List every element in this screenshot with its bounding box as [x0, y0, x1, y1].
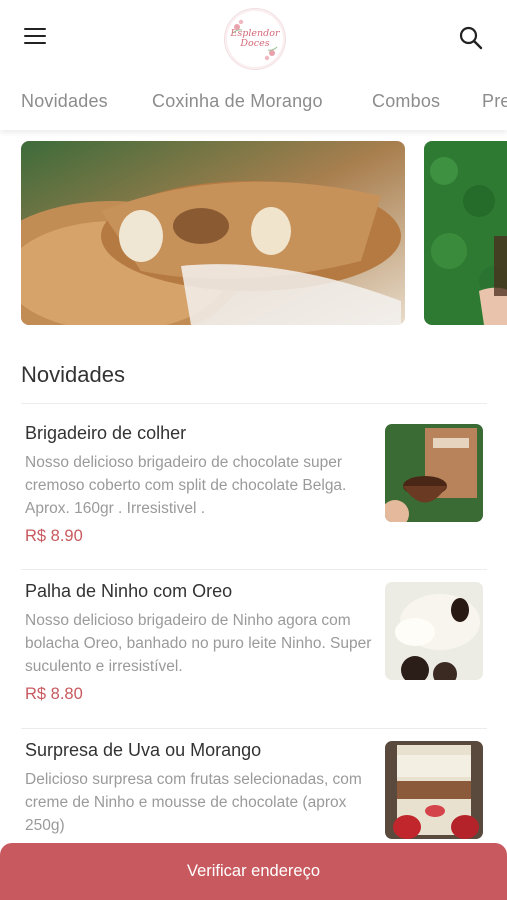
- brand-logo[interactable]: Esplendor Doces: [224, 8, 286, 70]
- product-image: [385, 424, 483, 522]
- hamburger-menu-icon[interactable]: [24, 27, 46, 45]
- product-price: R$ 8.90: [25, 527, 83, 545]
- tab-coxinha-de-morango[interactable]: Coxinha de Morango: [152, 91, 323, 112]
- verify-address-button[interactable]: Verificar endereço: [0, 843, 507, 900]
- banner-image-secondary[interactable]: [424, 141, 507, 325]
- banner-carousel: [0, 141, 507, 325]
- banner-image-dessert[interactable]: [21, 141, 405, 325]
- section-title: Novidades: [21, 362, 125, 387]
- product-item[interactable]: Brigadeiro de colher Nosso delicioso bri…: [0, 403, 507, 561]
- product-price: R$ 8.80: [25, 685, 83, 703]
- tab-novidades[interactable]: Novidades: [21, 91, 108, 112]
- product-image: [385, 741, 483, 839]
- product-description: Nosso delicioso brigadeiro de chocolate …: [25, 454, 347, 517]
- product-description: Nosso delicioso brigadeiro de Ninho agor…: [25, 612, 372, 675]
- category-tabs: Novidades Coxinha de Morango Combos Pre: [0, 75, 507, 130]
- search-icon[interactable]: [458, 25, 484, 51]
- tab-partial[interactable]: Pre: [482, 91, 507, 112]
- app-header: Esplendor Doces: [0, 0, 507, 75]
- product-name: Brigadeiro de colher: [25, 423, 187, 443]
- product-name: Surpresa de Uva ou Morango: [25, 740, 262, 760]
- logo-floral-decoration-icon: [232, 19, 278, 61]
- product-image: [385, 582, 483, 680]
- product-description: Delicioso surpresa com frutas selecionad…: [25, 771, 362, 834]
- product-item[interactable]: Palha de Ninho com Oreo Nosso delicioso …: [0, 561, 507, 719]
- product-name: Palha de Ninho com Oreo: [25, 581, 233, 601]
- tab-combos[interactable]: Combos: [372, 91, 440, 112]
